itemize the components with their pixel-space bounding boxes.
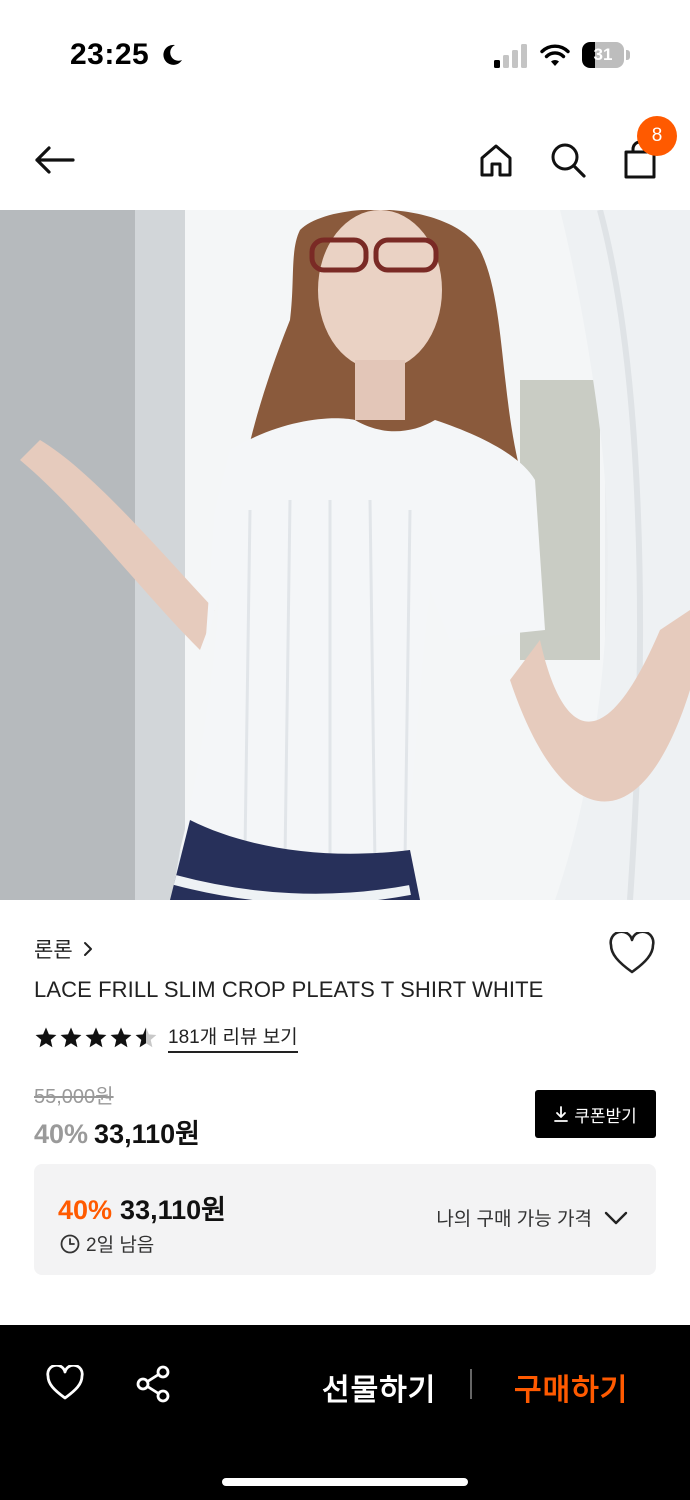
battery-indicator: 31 [582,42,630,68]
my-price-label: 나의 구매 가능 가격 [436,1209,592,1230]
my-price-panel[interactable]: 40% 33,110원 2일 남음 나의 구매 가능 가격 [34,1164,656,1275]
star-half-icon [135,1027,157,1047]
back-button[interactable] [30,136,78,184]
cart-count-badge: 8 [637,116,677,156]
panel-price-row: 40% 33,110원 [58,1188,226,1227]
nav-bar [0,110,690,210]
rating-row: 181개 리뷰 보기 [34,1022,298,1053]
search-button[interactable] [544,136,592,184]
clock-icon [60,1234,80,1253]
search-icon [551,143,586,178]
my-price-toggle[interactable]: 나의 구매 가능 가격 [436,1204,628,1231]
star-full-icon [35,1027,57,1047]
home-button[interactable] [472,136,520,184]
wifi-icon [540,44,570,66]
time-left-row: 2일 남음 [60,1230,154,1257]
status-time: 23:25 [70,38,150,71]
time-left: 2일 남음 [86,1235,155,1256]
chevron-down-icon [604,1211,628,1224]
price-row: 40% 33,110원 [34,1112,200,1151]
bottom-bar-divider [470,1369,472,1399]
coupon-download-button[interactable]: 쿠폰받기 [535,1090,656,1138]
battery-level: 31 [593,45,613,64]
star-full-icon [110,1027,132,1047]
gift-button[interactable]: 선물하기 [322,1365,436,1409]
share-icon[interactable] [134,1365,172,1403]
product-name: LACE FRILL SLIM CROP PLEATS T SHIRT WHIT… [34,977,544,1002]
status-bar: 23:25 31 [0,0,690,110]
arrow-left-icon [35,146,75,174]
panel-discount-rate: 40% [58,1195,113,1225]
panel-price: 33,110원 [120,1195,226,1225]
brand-name: 론론 [34,939,73,962]
buy-button[interactable]: 구매하기 [514,1365,628,1409]
moon-icon [163,44,182,65]
home-indicator[interactable] [222,1478,468,1486]
coupon-button-label: 쿠폰받기 [574,1106,637,1126]
bottom-purchase-bar: 선물하기 구매하기 [0,1325,690,1500]
sale-price: 33,110원 [94,1119,200,1149]
star-rating [34,1026,158,1050]
original-price: 55,000원 [34,1086,114,1108]
brand-link[interactable]: 론론 [34,934,95,964]
review-link[interactable]: 181개 리뷰 보기 [168,1022,298,1053]
chevron-right-icon [83,942,92,956]
star-full-icon [60,1027,82,1047]
product-photo [0,210,690,900]
home-icon [480,144,512,177]
discount-rate: 40% [34,1119,89,1149]
wishlist-heart-icon[interactable] [608,932,656,976]
product-image-carousel[interactable] [0,210,690,900]
heart-icon[interactable] [46,1365,84,1401]
cellular-signal-icon [494,44,527,68]
star-full-icon [85,1027,107,1047]
download-icon [554,1106,569,1122]
